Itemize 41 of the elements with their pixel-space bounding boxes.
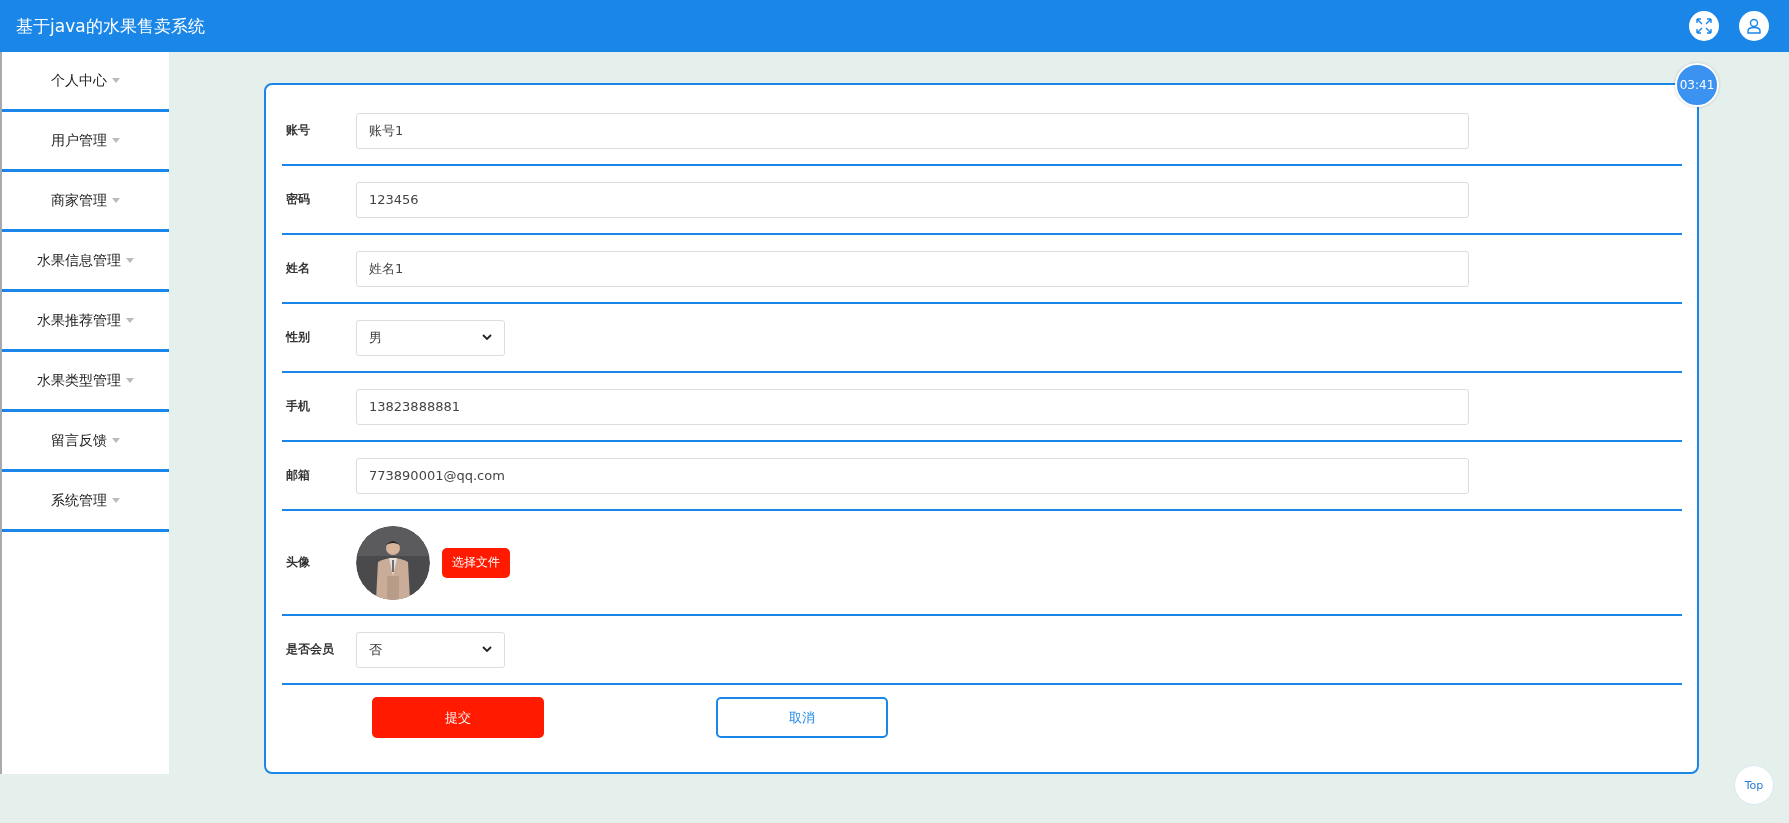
back-to-top-button[interactable]: Top xyxy=(1734,765,1774,805)
sidebar-item[interactable]: 水果类型管理 xyxy=(2,352,169,412)
field-label: 头像 xyxy=(285,554,311,571)
select-field[interactable]: 男 xyxy=(356,319,505,356)
caret-icon xyxy=(112,138,120,143)
field-label: 密码 xyxy=(285,191,311,208)
cancel-button[interactable]: 取消 xyxy=(716,697,888,738)
sidebar-item[interactable]: 留言反馈 xyxy=(2,412,169,472)
field-label: 性别 xyxy=(284,329,311,346)
select-field[interactable]: 否 xyxy=(356,631,505,668)
sidebar-item[interactable]: 用户管理 xyxy=(2,112,169,172)
field-label: 手机 xyxy=(285,398,311,415)
app-title: 基于java的水果售卖系统 xyxy=(16,14,205,38)
input-field[interactable]: 123456 xyxy=(356,181,1469,218)
user-icon[interactable] xyxy=(1739,11,1769,41)
sidebar-item[interactable]: 商家管理 xyxy=(2,172,169,232)
sidebar-item[interactable]: 水果推荐管理 xyxy=(2,292,169,352)
caret-icon xyxy=(126,318,134,323)
field-label: 账号 xyxy=(285,122,311,139)
timer-badge: 03:41 xyxy=(1675,63,1719,107)
sidebar-item[interactable]: 水果信息管理 xyxy=(2,232,169,292)
submit-button[interactable]: 提交 xyxy=(372,697,544,738)
chevron-icon xyxy=(482,646,492,653)
sidebar-item[interactable]: 个人中心 xyxy=(2,52,169,112)
input-field[interactable]: 13823888881 xyxy=(356,388,1469,425)
field-label: 是否会员 xyxy=(285,641,335,658)
caret-icon xyxy=(126,258,134,263)
chevron-icon xyxy=(482,334,492,341)
input-field[interactable]: 773890001@qq.com xyxy=(356,457,1469,494)
choose-file-button[interactable]: 选择文件 xyxy=(442,547,510,578)
caret-icon xyxy=(112,198,120,203)
caret-icon xyxy=(112,78,120,83)
caret-icon xyxy=(126,378,134,383)
sidebar-item[interactable]: 系统管理 xyxy=(2,472,169,532)
field-label: 姓名 xyxy=(285,260,311,277)
caret-icon xyxy=(112,498,120,503)
input-field[interactable]: 账号1 xyxy=(356,112,1469,149)
input-field[interactable]: 姓名1 xyxy=(356,250,1469,287)
field-label: 邮箱 xyxy=(285,467,311,484)
fullscreen-icon[interactable] xyxy=(1689,11,1719,41)
caret-icon xyxy=(112,438,120,443)
